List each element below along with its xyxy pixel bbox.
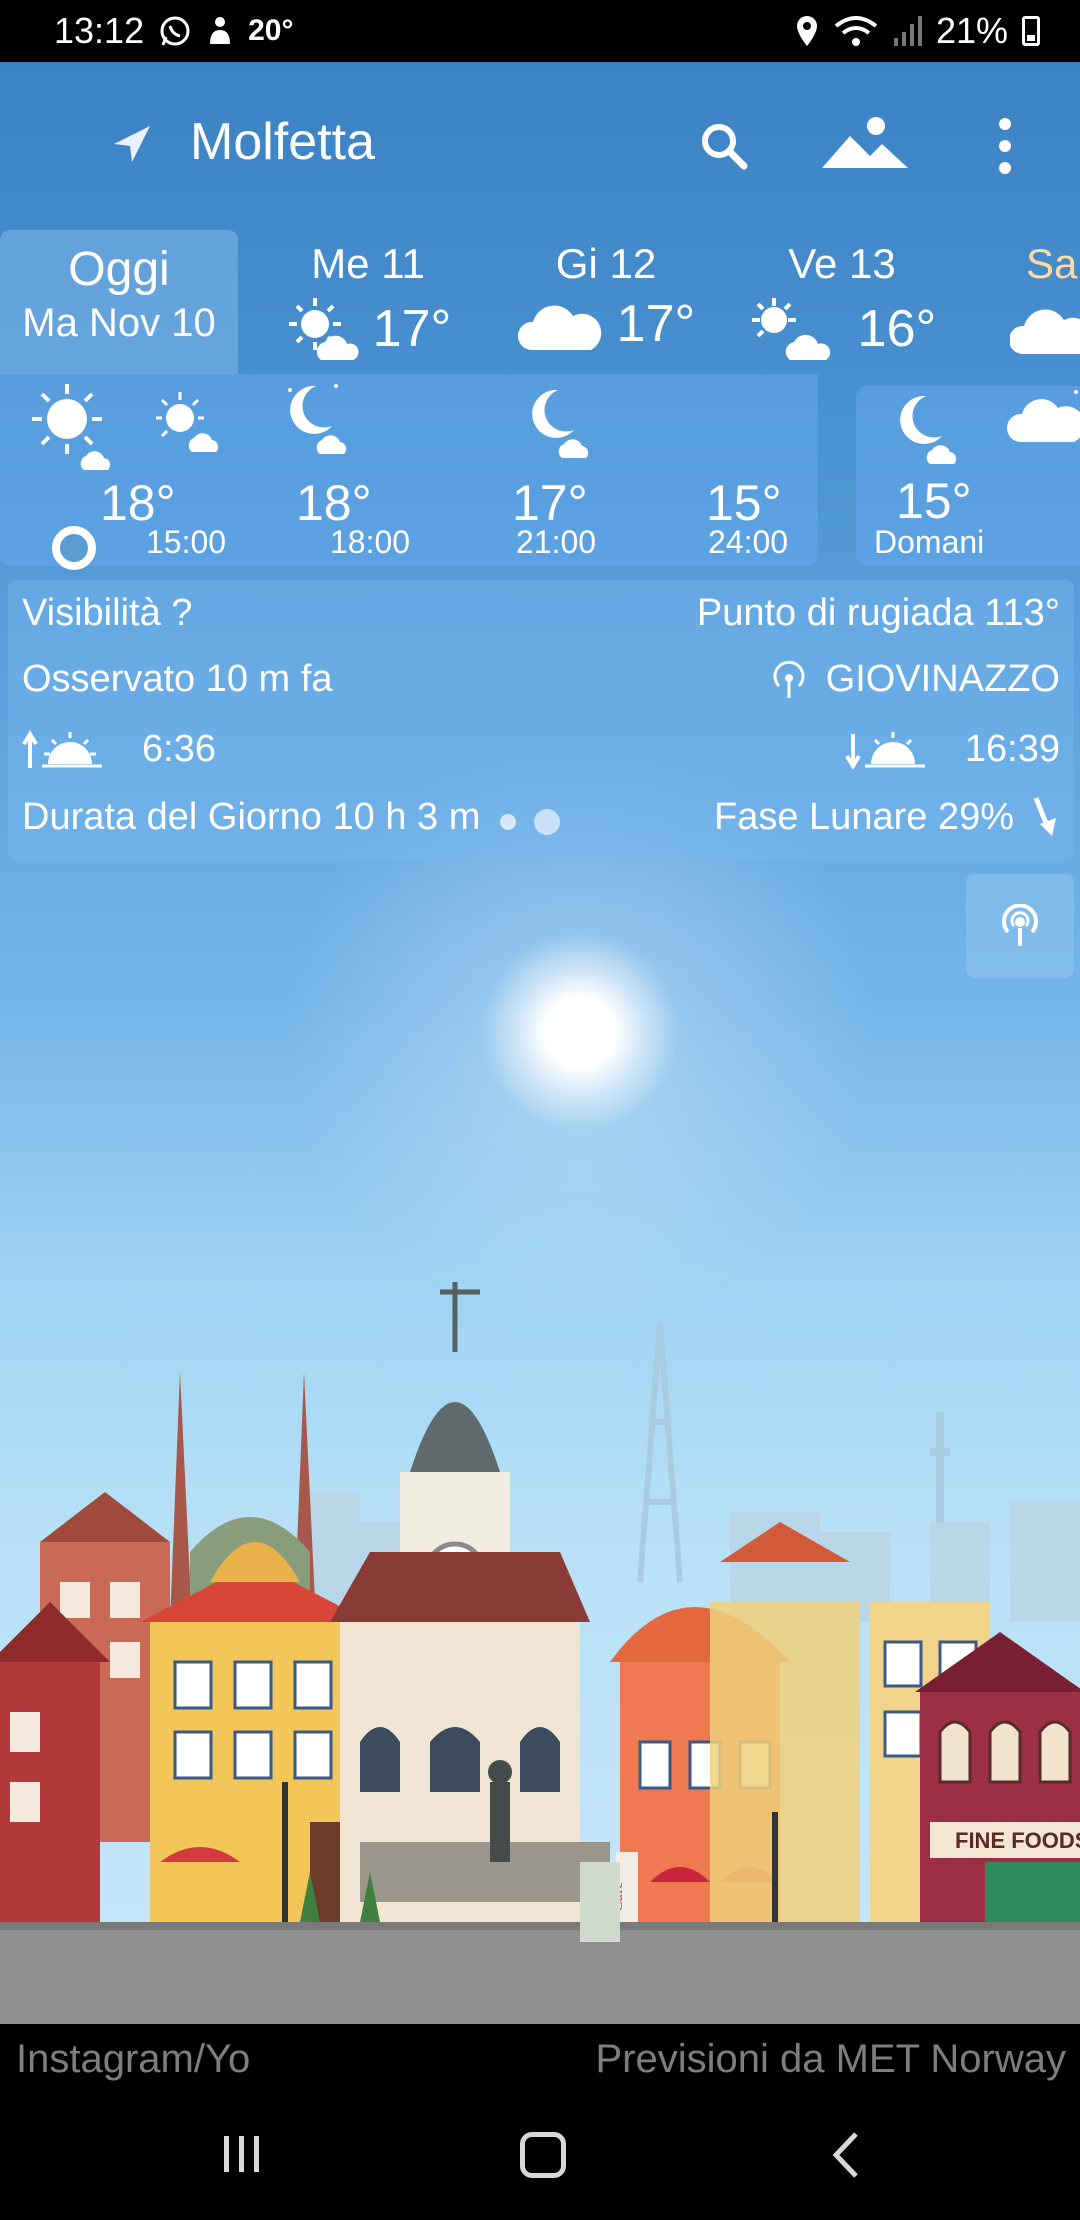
page-indicator [500,809,560,835]
battery-icon [1022,16,1040,46]
sunset-time: 16:39 [964,728,1060,770]
tomorrow-temp: 15° [896,473,972,529]
tab-day-1[interactable]: Me 11 17° [268,230,468,374]
day-label: Gi 12 [555,240,657,287]
page-dot-active [534,809,560,835]
moon-cloud-icon [288,384,347,454]
day-temp: 17° [372,300,452,358]
battery-percent: 21% [935,10,1008,51]
day-tabs: Oggi Ma Nov 10 Me 11 17° Gi 12 17° Ve 13… [0,230,1080,374]
current-time-marker [52,526,96,570]
hour-time: 24:00 [708,524,789,560]
signal-icon [893,16,922,46]
dew-point-text: Punto di rugiada 113° [696,592,1060,634]
tab-day-3[interactable]: Ve 13 16° [742,230,942,374]
day-temp: 17° [616,295,696,353]
cloud-icon [1010,309,1080,354]
forecast-source[interactable]: Previsioni da MET Norway [595,2037,1066,2082]
landscape-icon[interactable] [820,114,910,174]
sun-icon [32,384,111,470]
status-right: 21% [794,10,1040,52]
station-signal-icon [773,660,805,698]
station-signal-icon [1002,904,1038,946]
shop-sign: FINE FOODS [955,1828,1080,1853]
recent-apps-icon[interactable] [220,2134,264,2174]
top-bar: Molfetta [0,62,1080,230]
search-icon[interactable] [696,118,752,174]
tab-day-2[interactable]: Gi 12 17° [506,230,706,374]
hourly-forecast[interactable]: 18° 15:00 18° 18:00 17° 21:00 15° 24:00 [0,374,818,570]
day-temp: 16° [857,300,937,358]
today-label: Oggi [68,243,170,296]
clock: 13:12 [54,10,145,51]
day-label: Sa [1026,240,1078,287]
status-bar: 13:12 20° 21% [0,0,1080,62]
tomorrow-label: Domani [874,524,985,560]
day-label: Me 11 [311,240,425,287]
status-left: 13:12 20° [54,10,293,52]
city-name[interactable]: Molfetta [190,112,375,172]
station-button[interactable] [966,874,1074,978]
weather-app: Molfetta Oggi Ma Nov 10 Me 11 17° Gi 12 … [0,62,1080,2024]
tomorrow-card[interactable]: 15° Domani [856,386,1080,566]
cloud-icon [517,305,601,350]
notification-temp: 20° [248,14,294,47]
moon-cloud-icon [532,389,589,458]
moon-cloud-icon [900,395,957,464]
hour-time: 21:00 [516,524,597,560]
more-options-icon[interactable] [990,116,1020,176]
moon-phase-text: Fase Lunare 29% [714,795,1014,838]
sun-cloud-icon [751,298,830,360]
page-dot [500,814,516,830]
tab-today[interactable]: Oggi Ma Nov 10 [0,230,238,374]
sunrise-time: 6:36 [142,728,216,770]
hour-time: 18:00 [330,524,411,560]
tab-day-4[interactable]: Sa [1010,230,1080,374]
system-nav-bar [0,2094,1080,2220]
back-icon[interactable] [826,2130,866,2180]
day-label: Ve 13 [788,240,896,287]
sun-cloud-icon [288,298,359,360]
location-pin-icon [796,16,817,46]
sun-illustration [480,932,680,1132]
observed-text: Osservato 10 m fa [22,658,333,700]
attribution-bar: Instagram/Yo Previsioni da MET Norway [0,2024,1080,2094]
whatsapp-icon [160,16,190,46]
hour-time: 15:00 [146,524,227,560]
visibility-text: Visibilità ? [22,592,193,634]
instagram-link[interactable]: Instagram/Yo [16,2037,250,2082]
moon-direction-icon [1033,797,1056,836]
today-date: Ma Nov 10 [22,301,216,345]
cloud-icon [1006,390,1080,442]
station-name: GIOVINAZZO [825,658,1060,700]
day-length-text: Durata del Giorno 10 h 3 m [22,795,481,838]
city-illustration: FINE FOODS Cafe [0,1282,1080,2024]
wifi-icon [834,16,878,46]
home-icon[interactable] [520,2132,566,2178]
sunset-icon [845,731,925,770]
sunrise-icon [22,729,102,768]
sun-cloud-icon [156,392,219,452]
location-arrow-icon[interactable] [110,122,154,166]
weather-notification-icon [210,17,231,44]
